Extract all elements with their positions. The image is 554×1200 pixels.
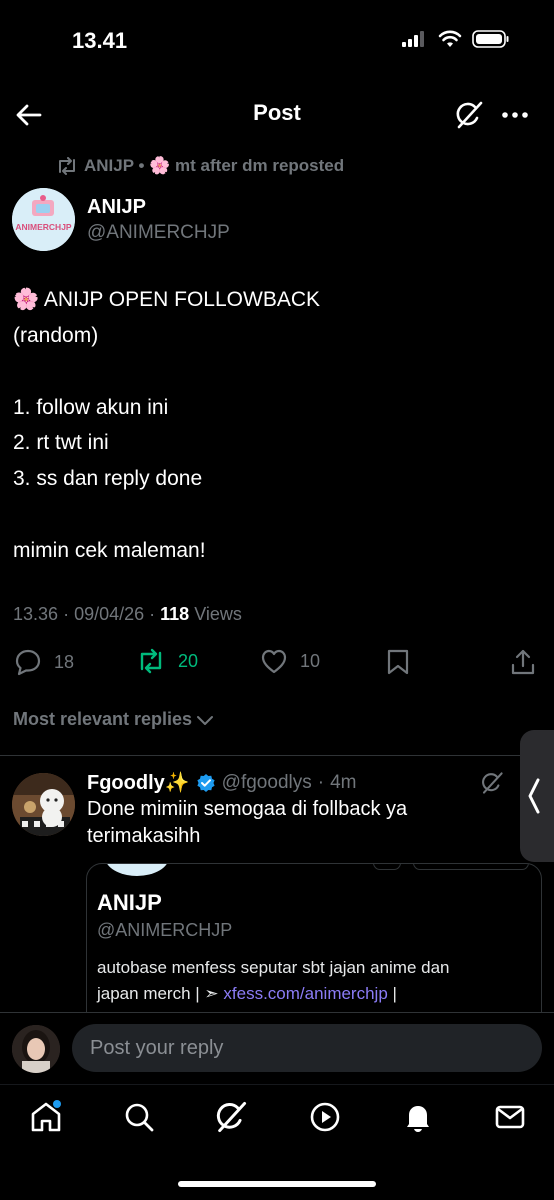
tweet-text-line: 2. rt twt ini <box>13 431 109 454</box>
nav-search[interactable] <box>122 1100 156 1134</box>
bookmark-icon <box>387 649 409 675</box>
replies-sort-label: Most relevant replies <box>13 709 193 729</box>
more-horizontal-icon <box>502 112 528 118</box>
reply-avatar-image <box>12 773 75 836</box>
heart-icon <box>261 649 287 674</box>
share-icon <box>511 649 535 675</box>
my-avatar[interactable] <box>12 1025 60 1073</box>
tweet-text-line: mimin cek maleman! <box>13 539 206 562</box>
home-icon <box>31 1100 61 1132</box>
repost-icon <box>59 157 75 175</box>
back-button[interactable] <box>14 100 44 130</box>
author-avatar[interactable]: ANIMERCHJP <box>12 188 75 251</box>
tweet-date: 09/04/26 <box>74 604 145 624</box>
meta-separator: · <box>317 771 325 793</box>
reply-text-line: terimakasihh <box>87 825 201 847</box>
signal-icon <box>402 31 424 47</box>
status-time: 13.41 <box>72 28 128 53</box>
views-count[interactable]: 118 <box>160 604 189 624</box>
reply-avatar[interactable] <box>12 773 75 836</box>
reply-input[interactable] <box>72 1024 542 1072</box>
divider <box>0 755 554 756</box>
quoted-profile-card[interactable]: ANIJP @ANIMERCHJP autobase menfess seput… <box>86 863 542 1033</box>
reply-header: Fgoodly✨ @fgoodlys · 4m <box>87 770 356 795</box>
messages-icon <box>495 1105 525 1129</box>
author-name[interactable]: ANIJP <box>87 196 146 219</box>
quote-avatar <box>105 864 169 876</box>
like-button[interactable]: 10 <box>260 648 320 674</box>
repost-count: 20 <box>178 650 199 671</box>
views-label[interactable]: Views <box>194 604 242 624</box>
video-icon <box>310 1102 340 1132</box>
quote-name: ANIJP <box>97 890 162 915</box>
quote-bio-line: autobase menfess seputar sbt jajan anime… <box>97 958 450 977</box>
wifi-icon <box>438 30 462 47</box>
side-panel-handle[interactable] <box>520 730 554 862</box>
tweet-text-line: (random) <box>13 324 99 347</box>
my-avatar-image <box>12 1025 60 1073</box>
reply-author-name[interactable]: Fgoodly✨ <box>87 770 190 795</box>
tweet-time: 13.36 <box>13 604 59 624</box>
nav-video[interactable] <box>308 1100 342 1134</box>
reposted-by[interactable]: ANIJP • 🌸 mt after dm reposted <box>56 156 344 176</box>
notifications-icon <box>407 1106 429 1132</box>
grok-button[interactable] <box>454 100 484 130</box>
back-arrow-icon <box>16 104 42 126</box>
battery-icon <box>472 30 509 48</box>
home-indicator <box>178 1181 376 1187</box>
quote-follow-chip <box>413 864 529 870</box>
search-icon <box>125 1103 154 1132</box>
reply-author-handle[interactable]: @fgoodlys <box>222 772 312 794</box>
reply-grok-button[interactable] <box>480 771 504 795</box>
quote-bio-link[interactable]: xfess.com/animerchjp <box>223 984 387 1003</box>
author-handle[interactable]: @ANIMERCHJP <box>87 222 230 244</box>
verified-badge-icon <box>197 773 215 792</box>
grok-icon <box>456 101 483 129</box>
quote-bio-line: japan merch | ➣ xfess.com/animerchjp | <box>97 984 397 1004</box>
tweet-meta: 13.36 · 09/04/26 · 118 Views <box>13 604 242 625</box>
reply-text-line: Done mimiin semogaa di follback ya <box>87 798 408 820</box>
reply-time: 4m <box>330 771 357 793</box>
repost-icon <box>140 648 162 674</box>
reply-button[interactable]: 18 <box>14 648 74 676</box>
quote-action-chip <box>373 864 401 870</box>
tweet-text-line: 🌸 ANIJP OPEN FOLLOWBACK <box>13 288 321 311</box>
tweet-text-line: 1. follow akun ini <box>13 396 169 419</box>
animerchjp-logo: ANIMERCHJP <box>12 188 75 251</box>
chevron-left-icon <box>528 778 540 814</box>
nav-grok[interactable] <box>214 1100 248 1134</box>
bookmark-button[interactable] <box>386 648 410 676</box>
chevron-down-icon <box>197 715 214 725</box>
avatar-logo-text: ANIMERCHJP <box>15 222 72 232</box>
repost-button[interactable]: 20 <box>136 648 198 674</box>
reposted-by-text: ANIJP • 🌸 mt after dm reposted <box>84 156 345 175</box>
meta-separator: · <box>63 604 75 624</box>
grok-icon <box>482 772 503 794</box>
meta-separator: · <box>149 604 161 624</box>
nav-messages[interactable] <box>493 1100 527 1134</box>
grok-icon <box>216 1101 247 1133</box>
nav-notifications[interactable] <box>401 1100 435 1134</box>
like-count: 10 <box>300 650 321 671</box>
replies-sort-dropdown[interactable]: Most relevant replies <box>13 709 214 730</box>
quote-bio-text: | <box>387 984 397 1003</box>
share-button[interactable] <box>510 648 536 676</box>
quote-bio-text: japan merch | ➣ <box>97 984 224 1003</box>
more-options-button[interactable] <box>500 104 530 126</box>
tweet-text-line: 3. ss dan reply done <box>13 467 203 490</box>
quote-handle: @ANIMERCHJP <box>97 920 233 940</box>
nav-home[interactable] <box>29 1100 63 1134</box>
reply-count: 18 <box>54 651 75 672</box>
status-icons <box>402 30 510 48</box>
reply-icon <box>15 649 41 676</box>
